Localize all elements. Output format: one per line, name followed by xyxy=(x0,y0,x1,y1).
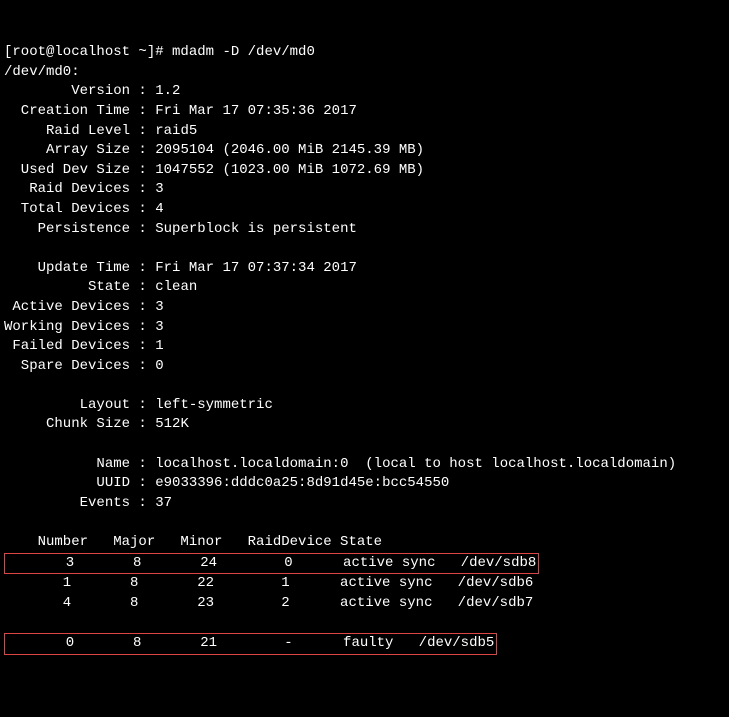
row-value: Fri Mar 17 07:37:34 2017 xyxy=(155,260,357,276)
row-label: Chunk Size : xyxy=(4,416,155,432)
row-label: Raid Devices : xyxy=(4,181,155,197)
row-value: left-symmetric xyxy=(155,397,273,413)
row-value: 4 xyxy=(155,201,163,217)
table-row: 4 8 23 2 active sync /dev/sdb7 xyxy=(4,595,533,611)
row-label: Working Devices : xyxy=(4,319,155,335)
row-label: Used Dev Size : xyxy=(4,162,155,178)
row-value: localhost.localdomain:0 (local to host l… xyxy=(155,456,676,472)
row-value: 1 xyxy=(155,338,163,354)
row-label: Raid Level : xyxy=(4,123,155,139)
row-value: Superblock is persistent xyxy=(155,221,357,237)
row-value: e9033396:dddc0a25:8d91d45e:bcc54550 xyxy=(155,475,449,491)
prompt: [root@localhost ~]# xyxy=(4,44,172,60)
row-label: Failed Devices : xyxy=(4,338,155,354)
highlight-active-row: 3 8 24 0 active sync /dev/sdb8 xyxy=(4,553,539,575)
row-label: Active Devices : xyxy=(4,299,155,315)
device-line: /dev/md0: xyxy=(4,64,80,80)
row-value: 3 xyxy=(155,299,163,315)
row-value: 0 xyxy=(155,358,163,374)
row-label: Array Size : xyxy=(4,142,155,158)
row-value: raid5 xyxy=(155,123,197,139)
row-label: Name : xyxy=(4,456,155,472)
row-label: UUID : xyxy=(4,475,155,491)
row-value: 3 xyxy=(155,319,163,335)
row-value: 1.2 xyxy=(155,83,180,99)
highlight-faulty-row: 0 8 21 - faulty /dev/sdb5 xyxy=(4,633,497,655)
row-label: State : xyxy=(4,279,155,295)
row-label: Update Time : xyxy=(4,260,155,276)
row-label: Events : xyxy=(4,495,155,511)
table-row: 1 8 22 1 active sync /dev/sdb6 xyxy=(4,575,533,591)
row-label: Persistence : xyxy=(4,221,155,237)
row-value: 1047552 (1023.00 MiB 1072.69 MB) xyxy=(155,162,424,178)
table-header: Number Major Minor RaidDevice State xyxy=(4,534,382,550)
row-value: 3 xyxy=(155,181,163,197)
row-value: clean xyxy=(155,279,197,295)
row-label: Spare Devices : xyxy=(4,358,155,374)
row-label: Creation Time : xyxy=(4,103,155,119)
row-value: 37 xyxy=(155,495,172,511)
row-value: 512K xyxy=(155,416,189,432)
command: mdadm -D /dev/md0 xyxy=(172,44,315,60)
row-label: Version : xyxy=(4,83,155,99)
terminal-output: [root@localhost ~]# mdadm -D /dev/md0 /d… xyxy=(4,43,725,654)
row-value: Fri Mar 17 07:35:36 2017 xyxy=(155,103,357,119)
row-label: Total Devices : xyxy=(4,201,155,217)
row-label: Layout : xyxy=(4,397,155,413)
row-value: 2095104 (2046.00 MiB 2145.39 MB) xyxy=(155,142,424,158)
